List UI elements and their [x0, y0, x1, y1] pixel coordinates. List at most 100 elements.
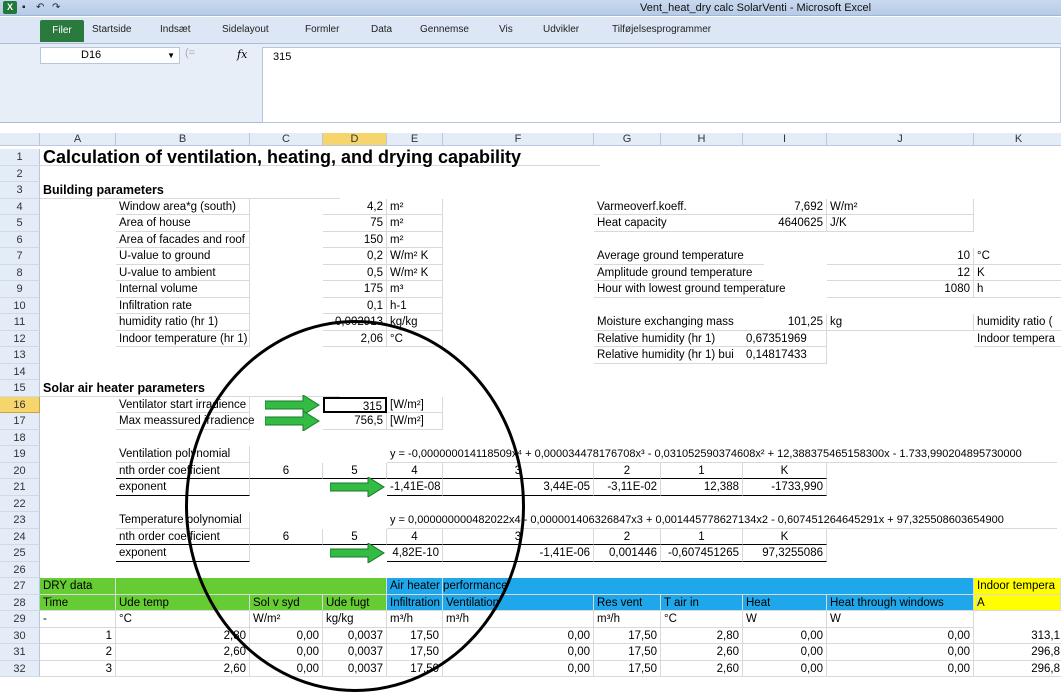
row-header-30[interactable]: 30: [0, 627, 40, 644]
row-header-16[interactable]: 16: [0, 396, 40, 413]
cell-k9[interactable]: h: [974, 281, 1061, 298]
cell-i4[interactable]: 7,692: [743, 198, 827, 215]
cell-g8[interactable]: Amplitude ground temperature: [594, 265, 764, 281]
cell-d6[interactable]: 150: [323, 231, 387, 248]
chevron-down-icon[interactable]: ▼: [167, 48, 175, 63]
tab-file[interactable]: Filer: [40, 20, 84, 42]
cell-i29[interactable]: W: [743, 611, 827, 628]
column-header-f[interactable]: F: [443, 133, 594, 146]
cell-d5[interactable]: 75: [323, 215, 387, 232]
cell-j5[interactable]: J/K: [827, 215, 974, 232]
row-header-15[interactable]: 15: [0, 380, 40, 397]
cell-g4[interactable]: Varmeoverf.koeff.: [594, 199, 764, 215]
cell-b10[interactable]: Infiltration rate: [116, 297, 250, 314]
cell-a31[interactable]: 2: [40, 644, 116, 661]
cell-e9[interactable]: m³: [387, 281, 443, 298]
cell-d7[interactable]: 0,2: [323, 248, 387, 265]
cell-a1[interactable]: Calculation of ventilation, heating, and…: [40, 148, 600, 166]
cell-h24[interactable]: 1: [661, 528, 743, 545]
row-header-24[interactable]: 24: [0, 528, 40, 545]
column-header-h[interactable]: H: [661, 133, 743, 146]
cell-h30[interactable]: 2,80: [661, 627, 743, 644]
cell-g20[interactable]: 2: [594, 462, 661, 479]
cell-j11[interactable]: kg: [827, 314, 974, 331]
cell-g12[interactable]: Relative humidity (hr 1): [594, 331, 764, 347]
cell-h32[interactable]: 2,60: [661, 660, 743, 677]
cell-i11[interactable]: 101,25: [743, 314, 827, 331]
row-header-26[interactable]: 26: [0, 561, 40, 578]
cell-g31[interactable]: 17,50: [594, 644, 661, 661]
cell-g32[interactable]: 17,50: [594, 660, 661, 677]
name-box[interactable]: D16 ▼: [40, 47, 180, 64]
cell-a3[interactable]: Building parameters: [40, 182, 340, 199]
cell-j4[interactable]: W/m²: [827, 198, 974, 215]
cell-h21[interactable]: 12,388: [661, 479, 743, 496]
column-header-i[interactable]: I: [743, 133, 827, 146]
row-header-13[interactable]: 13: [0, 347, 40, 364]
cell-k32[interactable]: 296,8: [974, 661, 1061, 677]
cell-i28[interactable]: Heat: [743, 594, 827, 611]
row-header-22[interactable]: 22: [0, 495, 40, 512]
column-header-b[interactable]: B: [116, 133, 250, 146]
column-header-k[interactable]: K: [974, 133, 1061, 146]
row-header-2[interactable]: 2: [0, 165, 40, 182]
cell-a30[interactable]: 1: [40, 627, 116, 644]
select-all-corner[interactable]: [0, 133, 40, 146]
row-header-21[interactable]: 21: [0, 479, 40, 496]
row-header-9[interactable]: 9: [0, 281, 40, 298]
row-header-19[interactable]: 19: [0, 446, 40, 463]
tab-home[interactable]: Startside: [92, 24, 131, 35]
cell-i13[interactable]: 0,14817433: [743, 347, 827, 364]
cell-k7[interactable]: °C: [974, 248, 1061, 265]
row-header-3[interactable]: 3: [0, 182, 40, 199]
cell-j9[interactable]: 1080: [827, 281, 974, 298]
cell-g9[interactable]: Hour with lowest ground temperature: [594, 281, 786, 298]
cell-a28[interactable]: Time: [40, 594, 116, 611]
cell-e10[interactable]: h-1: [387, 297, 443, 314]
tab-formulas[interactable]: Formler: [305, 24, 339, 35]
row-header-11[interactable]: 11: [0, 314, 40, 331]
cell-a32[interactable]: 3: [40, 660, 116, 677]
cell-i30[interactable]: 0,00: [743, 627, 827, 644]
cell-e8[interactable]: W/m² K: [387, 264, 443, 281]
cell-g28[interactable]: Res vent: [594, 594, 661, 611]
cell-k12[interactable]: Indoor tempera: [974, 331, 1061, 347]
cell-i32[interactable]: 0,00: [743, 660, 827, 677]
cell-k28[interactable]: A: [974, 595, 1061, 611]
cell-e6[interactable]: m²: [387, 231, 443, 248]
tab-insert[interactable]: Indsæt: [160, 24, 191, 35]
cell-j31[interactable]: 0,00: [827, 644, 974, 661]
cell-a27[interactable]: DRY data: [40, 578, 116, 595]
cell-h31[interactable]: 2,60: [661, 644, 743, 661]
cell-g25[interactable]: 0,001446: [594, 545, 661, 562]
cell-j7[interactable]: 10: [827, 248, 974, 265]
tab-developer[interactable]: Udvikler: [543, 24, 579, 35]
cell-i5[interactable]: 4640625: [743, 215, 827, 232]
cell-k8[interactable]: K: [974, 265, 1061, 281]
row-header-27[interactable]: 27: [0, 578, 40, 595]
cell-b32[interactable]: 2,60: [116, 660, 250, 677]
cell-k30[interactable]: 313,1: [974, 628, 1061, 644]
row-header-29[interactable]: 29: [0, 611, 40, 628]
cell-e7[interactable]: W/m² K: [387, 248, 443, 265]
row-header-18[interactable]: 18: [0, 429, 40, 446]
row-header-6[interactable]: 6: [0, 231, 40, 248]
undo-icon[interactable]: ↶: [36, 0, 44, 16]
cell-h29[interactable]: °C: [661, 611, 743, 628]
save-icon[interactable]: ▪: [22, 0, 26, 16]
cell-h25[interactable]: -0,607451265: [661, 545, 743, 562]
cell-b11[interactable]: humidity ratio (hr 1): [116, 314, 250, 331]
cell-b8[interactable]: U-value to ambient: [116, 264, 250, 281]
column-header-c[interactable]: C: [250, 133, 323, 146]
cell-j30[interactable]: 0,00: [827, 627, 974, 644]
tab-data[interactable]: Data: [371, 24, 392, 35]
row-header-25[interactable]: 25: [0, 545, 40, 562]
column-header-g[interactable]: G: [594, 133, 661, 146]
cell-d9[interactable]: 175: [323, 281, 387, 298]
cell-e5[interactable]: m²: [387, 215, 443, 232]
cell-b4[interactable]: Window area*g (south): [116, 198, 250, 215]
cell-g21[interactable]: -3,11E-02: [594, 479, 661, 496]
row-header-20[interactable]: 20: [0, 462, 40, 479]
cell-b12[interactable]: Indoor temperature (hr 1): [116, 330, 250, 347]
cell-f32[interactable]: 0,00: [443, 660, 594, 677]
